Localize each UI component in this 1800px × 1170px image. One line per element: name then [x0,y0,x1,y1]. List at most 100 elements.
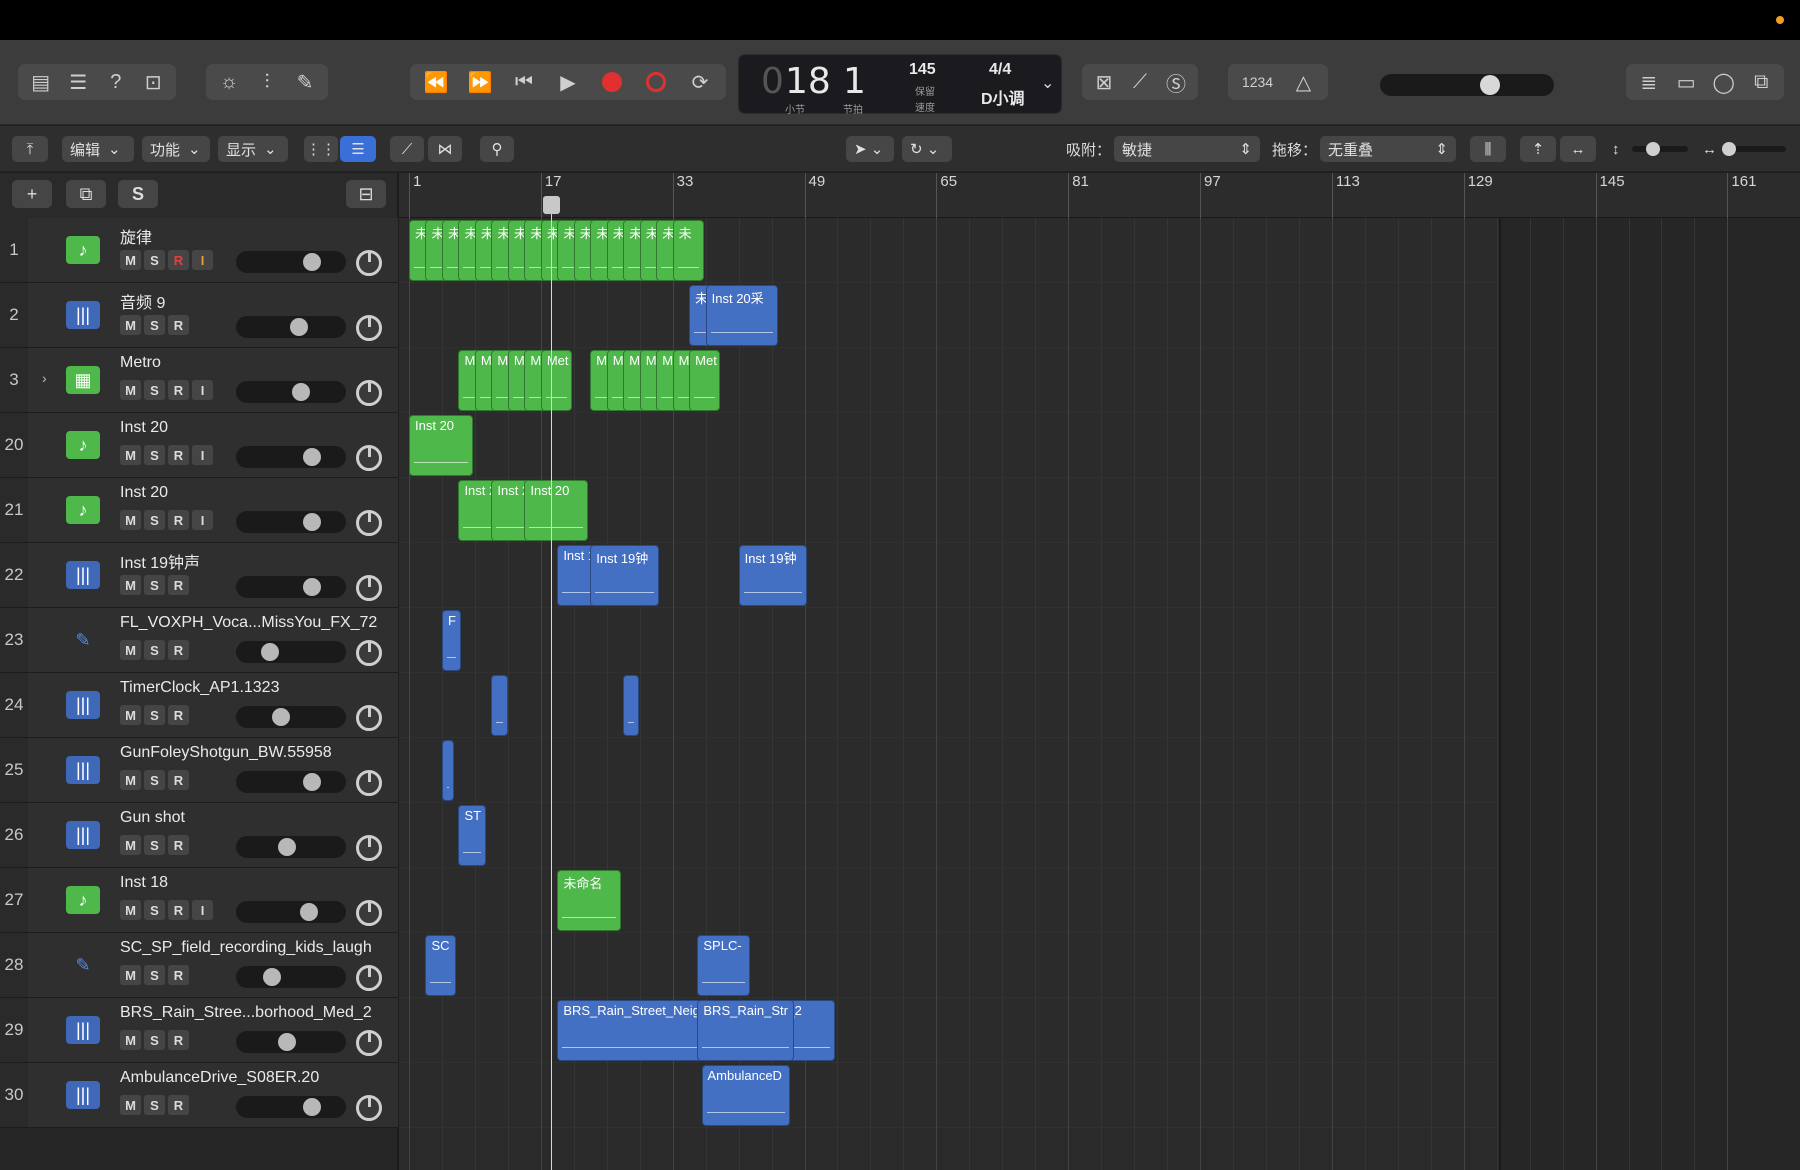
pan-knob[interactable] [356,250,382,276]
metronome-icon[interactable]: △ [1287,67,1321,97]
volume-fader[interactable] [236,251,346,273]
volume-fader-knob[interactable] [262,968,281,986]
track-header[interactable]: 29 ||| BRS_Rain_Stree...borhood_Med_2 M S R [0,998,398,1063]
solo-button[interactable]: S [144,705,165,725]
input-monitor-button[interactable]: I [192,900,213,920]
mute-button[interactable]: M [120,510,141,530]
pan-knob[interactable] [356,835,382,861]
solo-button[interactable]: S [144,1030,165,1050]
solo-button[interactable]: S [144,250,165,270]
track-name[interactable]: 音频 9 [120,289,165,313]
solo-button[interactable]: S [144,640,165,660]
track-header[interactable]: 25 ||| GunFoleyShotgun_BW.55958 M S R [0,738,398,803]
volume-fader-knob[interactable] [303,253,321,271]
horizontal-zoom-knob[interactable] [1722,142,1736,156]
flex-icon[interactable]: ⋈ [428,136,462,162]
midi-region[interactable]: Inst 20 [409,415,473,476]
track-name[interactable]: BRS_Rain_Stree...borhood_Med_2 [120,1004,372,1022]
rewind-icon[interactable]: ⏪ [419,67,453,97]
track-name[interactable]: Inst 20 [120,484,168,502]
input-monitor-button[interactable]: I [192,510,213,530]
audio-region[interactable]: SC [425,935,457,996]
lcd-display[interactable]: 0 18 1 小节 节拍 145 保留 速度 4/4 D小调 ⌄ [738,54,1062,116]
track-name[interactable]: GunFoleyShotgun_BW.55958 [120,744,332,762]
view-menu[interactable]: 显示 ⌄ [218,136,288,162]
pan-knob[interactable] [356,640,382,666]
track-name[interactable]: Inst 18 [120,874,168,892]
track-name[interactable]: Inst 19钟声 [120,549,200,573]
volume-fader[interactable] [236,1096,346,1118]
record-enable-button[interactable]: R [168,510,189,530]
audio-region[interactable]: AmbulanceD [701,1065,791,1126]
track-lane[interactable] [399,803,1499,868]
track-header[interactable]: 21 ♪ Inst 20 M S R I [0,478,398,543]
track-name[interactable]: Inst 20 [120,419,168,437]
record-enable-button[interactable]: R [168,900,189,920]
vertical-zoom-knob[interactable] [1646,142,1660,156]
pan-knob[interactable] [356,445,382,471]
playhead[interactable] [551,198,552,1170]
mute-button[interactable]: M [120,445,141,465]
vertical-fit-icon[interactable]: ⇡ [1520,136,1556,162]
solo-mode-icon[interactable]: Ⓢ [1159,67,1193,97]
mute-button[interactable]: M [120,315,141,335]
library-icon[interactable]: ▤ [24,67,58,97]
track-header[interactable]: 22 ||| Inst 19钟声 M S R [0,543,398,608]
playhead-handle[interactable] [543,196,560,214]
volume-fader-knob[interactable] [303,773,321,791]
track-header[interactable]: 2 ||| 音频 9MSR [0,283,398,348]
track-header[interactable]: 3 › ▦ Metro M S R I [0,348,398,413]
audio-region[interactable]: Inst 19钟 [590,545,660,606]
track-lane[interactable] [399,933,1499,998]
solo-button[interactable]: S [144,315,165,335]
lcd-dropdown-icon[interactable]: ⌄ [1041,73,1054,93]
audio-region[interactable]: BRS_Rain_Str [697,1000,795,1061]
track-header[interactable]: 20 ♪ Inst 20 M S R I [0,413,398,478]
pan-knob[interactable] [356,380,382,406]
record-icon[interactable] [595,67,629,97]
record-enable-button[interactable]: R [168,250,189,270]
pan-knob[interactable] [356,965,382,991]
volume-fader[interactable] [236,576,346,598]
solo-button[interactable]: S [144,965,165,985]
track-header[interactable]: 27 ♪ Inst 18 M S R I [0,868,398,933]
global-solo-button[interactable]: S [118,180,158,208]
audio-region[interactable]: Inst 19钟 [738,545,808,606]
volume-fader[interactable] [236,771,346,793]
track-header[interactable]: 1 ♪ 旋律 M S R I [0,218,398,283]
cycle-icon[interactable]: ⟳ [683,67,717,97]
mute-button[interactable]: M [120,640,141,660]
mute-button[interactable]: M [120,705,141,725]
track-lane[interactable] [399,413,1499,478]
duplicate-track-icon[interactable]: ⧉ [66,180,106,208]
volume-fader-knob[interactable] [271,708,290,726]
track-lane[interactable] [399,608,1499,673]
secondary-tool-icon[interactable]: ↻ ⌄ [902,136,952,162]
volume-fader[interactable] [236,901,346,923]
record-enable-button[interactable]: R [168,705,189,725]
notepad-icon[interactable]: ▭ [1669,67,1703,97]
midi-region[interactable]: Inst 20 [524,480,589,541]
mute-button[interactable]: M [120,250,141,270]
mute-button[interactable]: M [120,1095,141,1115]
solo-button[interactable]: S [144,1095,165,1115]
record-enable-button[interactable]: R [168,315,189,335]
track-name[interactable]: Gun shot [120,809,185,827]
midi-region[interactable]: Met [540,350,572,411]
audio-region[interactable] [441,740,454,801]
volume-fader[interactable] [236,446,346,468]
track-lane[interactable] [399,283,1499,348]
list-view-icon[interactable]: ☰ [340,136,376,162]
mute-button[interactable]: M [120,575,141,595]
pan-knob[interactable] [356,510,382,536]
track-header[interactable]: 24 ||| TimerClock_AP1.1323 M S R [0,673,398,738]
pan-knob[interactable] [356,900,382,926]
arrange-area[interactable]: 未未未未未未未未未未未未未未未未未未Inst 20采MetMetMetMetMe… [399,218,1800,1170]
record-enable-button[interactable]: R [168,965,189,985]
pan-knob[interactable] [356,705,382,731]
catch-icon[interactable]: ⚲ [480,136,514,162]
mute-button[interactable]: M [120,835,141,855]
horizontal-fit-icon[interactable]: ↔ [1560,136,1596,162]
pan-knob[interactable] [356,315,382,341]
audio-region[interactable] [491,675,508,736]
